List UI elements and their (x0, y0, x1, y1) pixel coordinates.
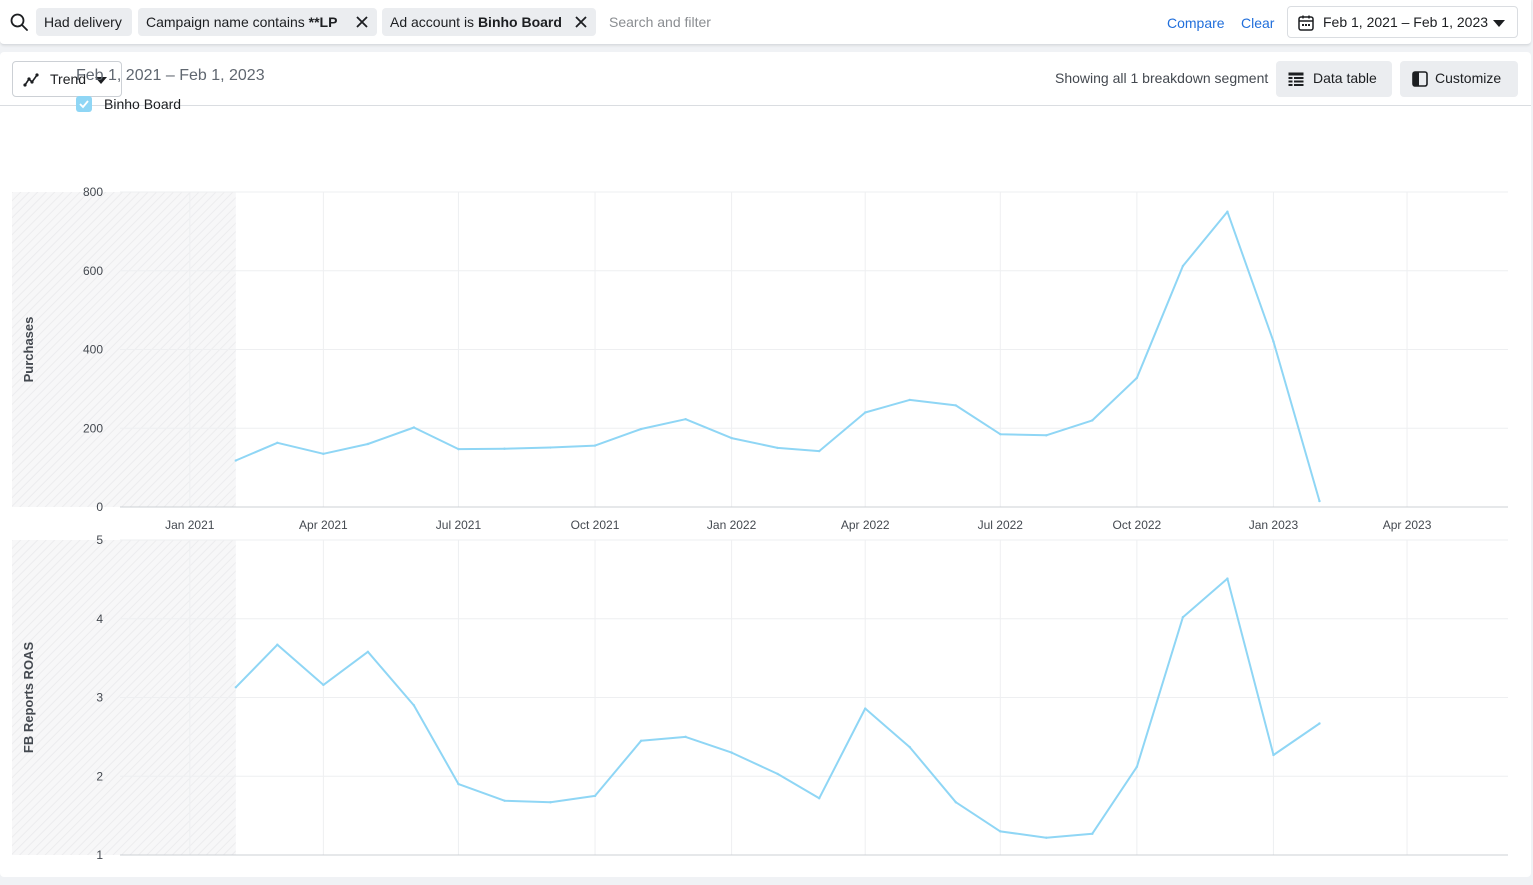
data-point (1181, 615, 1185, 619)
data-point (954, 404, 957, 407)
data-point (412, 704, 416, 707)
x-tick-label: Jan 2022 (707, 518, 757, 532)
data-point (684, 417, 687, 421)
data-point (864, 411, 867, 414)
x-tick-label: Jul 2021 (436, 518, 482, 532)
data-point (776, 446, 779, 450)
data-point (322, 683, 325, 687)
series-line (235, 577, 1321, 839)
x-tick-label: Apr 2021 (299, 518, 348, 532)
data-point (817, 449, 821, 453)
data-point (1272, 340, 1275, 343)
data-point (1226, 210, 1229, 213)
y-tick-label: 3 (96, 691, 103, 705)
y-tick-label: 800 (83, 185, 103, 199)
data-point (1045, 836, 1048, 839)
y-tick-label: 200 (83, 421, 103, 435)
data-point (1318, 499, 1321, 503)
data-point (1135, 376, 1139, 380)
data-point (503, 447, 506, 450)
data-point (234, 459, 237, 462)
data-point (639, 427, 643, 431)
data-point (276, 643, 279, 646)
trend-charts: 0 200 400 600 800 Purchases Jan 2021 Apr 2021 Ju… (12, 185, 1508, 862)
y-tick-label: 0 (96, 500, 103, 514)
data-point (954, 801, 957, 804)
data-point (276, 441, 279, 445)
data-point (999, 432, 1002, 436)
data-point (234, 686, 237, 689)
data-point (1181, 264, 1185, 268)
data-point (1091, 419, 1094, 422)
y-tick-label: 600 (83, 264, 103, 278)
y-axis-title: Purchases (21, 317, 36, 383)
x-tick-label: Oct 2021 (571, 518, 620, 532)
data-point (457, 782, 460, 786)
data-point (593, 794, 597, 798)
x-tick-label: Oct 2022 (1113, 518, 1162, 532)
data-point (366, 650, 370, 654)
data-point (412, 426, 416, 429)
data-point (1135, 765, 1139, 768)
x-tick-label: Apr 2023 (1383, 518, 1432, 532)
data-point (1272, 753, 1275, 757)
data-point (999, 830, 1002, 833)
data-point (776, 772, 779, 776)
data-point (549, 446, 552, 449)
data-point (457, 447, 460, 451)
data-point (366, 442, 370, 446)
data-point (1045, 434, 1048, 437)
data-point (593, 444, 597, 447)
data-point (684, 735, 687, 739)
data-point (1091, 832, 1094, 835)
y-tick-label: 5 (96, 533, 103, 547)
data-point (908, 398, 911, 402)
series-line (235, 210, 1321, 502)
data-point (730, 751, 733, 754)
y-tick-label: 400 (83, 343, 103, 357)
y-tick-label: 2 (96, 769, 103, 783)
y-axis-title: FB Reports ROAS (21, 642, 36, 754)
data-point (908, 745, 911, 749)
data-point (864, 707, 867, 710)
data-point (1226, 577, 1229, 580)
data-point (639, 739, 643, 743)
x-tick-label: Jul 2022 (978, 518, 1024, 532)
x-tick-label: Jan 2023 (1249, 518, 1299, 532)
y-tick-label: 1 (96, 848, 103, 862)
x-tick-label: Jan 2021 (165, 518, 215, 532)
data-point (1318, 722, 1321, 725)
data-point (549, 801, 552, 804)
data-point (817, 797, 821, 800)
data-point (730, 436, 733, 440)
data-point (322, 452, 325, 456)
y-tick-label: 4 (96, 612, 103, 626)
x-tick-label: Apr 2022 (841, 518, 890, 532)
data-point (503, 799, 506, 802)
